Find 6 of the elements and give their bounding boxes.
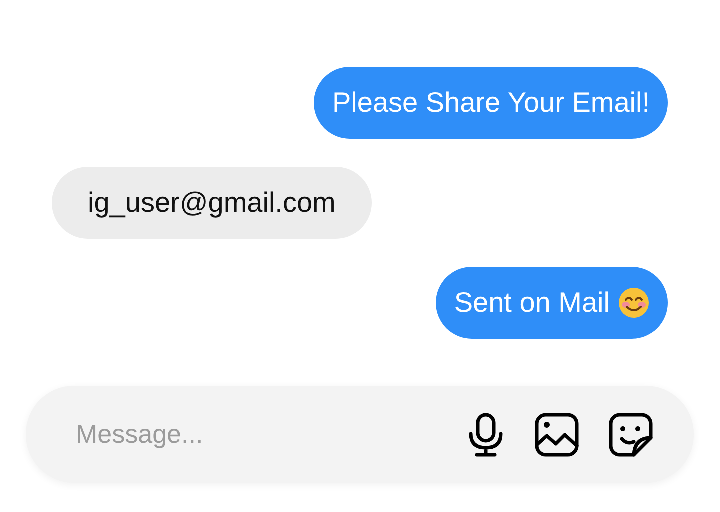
message-text: Please Share Your Email! bbox=[332, 87, 650, 119]
message-text: Sent on Mail bbox=[454, 287, 610, 319]
message-text: ig_user@gmail.com bbox=[88, 187, 336, 219]
message-field[interactable]: Message... bbox=[74, 418, 438, 451]
image-icon[interactable] bbox=[534, 412, 580, 458]
sticker-icon[interactable] bbox=[608, 412, 654, 458]
